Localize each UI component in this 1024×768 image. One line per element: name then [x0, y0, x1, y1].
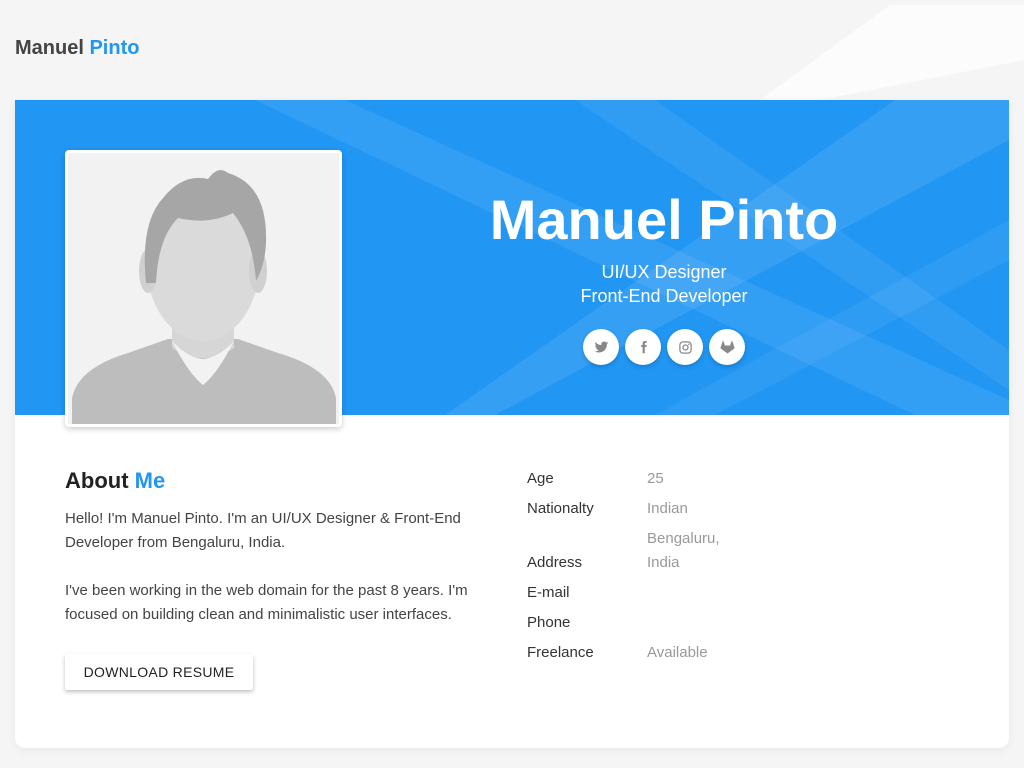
info-value-freelance: Available: [647, 644, 708, 661]
info-label-address: Address: [527, 554, 583, 571]
social-links: [583, 329, 745, 365]
hero-role-designer: UI/UX Designer: [601, 262, 727, 282]
hero-role-developer: Front-End Developer: [580, 286, 748, 306]
info-label-age: Age: [527, 470, 554, 487]
brand-first-name: Manuel: [15, 37, 84, 59]
download-resume-button[interactable]: DOWNLOAD RESUME: [65, 654, 253, 690]
gitlab-button[interactable]: [709, 329, 745, 365]
instagram-button[interactable]: [667, 329, 703, 365]
profile-photo: [65, 150, 342, 427]
info-label-nationality: Nationalty: [527, 500, 594, 517]
info-value-address-line1: Bengaluru,: [647, 530, 720, 547]
gitlab-icon: [719, 340, 735, 353]
info-value-address-line2: India: [647, 554, 680, 571]
about-paragraph-intro: Hello! I'm Manuel Pinto. I'm an UI/UX De…: [65, 510, 461, 551]
info-value-nationality: Indian: [647, 500, 688, 517]
about-heading: About Me: [65, 466, 165, 496]
info-label-email: E-mail: [527, 584, 570, 601]
instagram-icon: [678, 340, 692, 354]
profile-card: Manuel Pinto UI/UX Designer Front-End De…: [15, 100, 1009, 748]
site-brand[interactable]: Manuel Pinto: [15, 36, 139, 60]
info-label-phone: Phone: [527, 614, 571, 631]
twitter-icon: [594, 341, 608, 353]
about-paragraph-experience: I've been working in the web domain for …: [65, 582, 468, 623]
info-value-age: 25: [647, 470, 664, 487]
brand-last-name: Pinto: [89, 37, 140, 59]
facebook-button[interactable]: [625, 329, 661, 365]
hero-name: Manuel Pinto: [489, 188, 839, 251]
twitter-button[interactable]: [583, 329, 619, 365]
info-label-freelance: Freelance: [527, 644, 594, 661]
avatar-placeholder-icon: [68, 153, 339, 424]
about-heading-accent: Me: [134, 468, 166, 493]
facebook-icon: [640, 340, 647, 353]
about-heading-text: About: [65, 468, 129, 493]
